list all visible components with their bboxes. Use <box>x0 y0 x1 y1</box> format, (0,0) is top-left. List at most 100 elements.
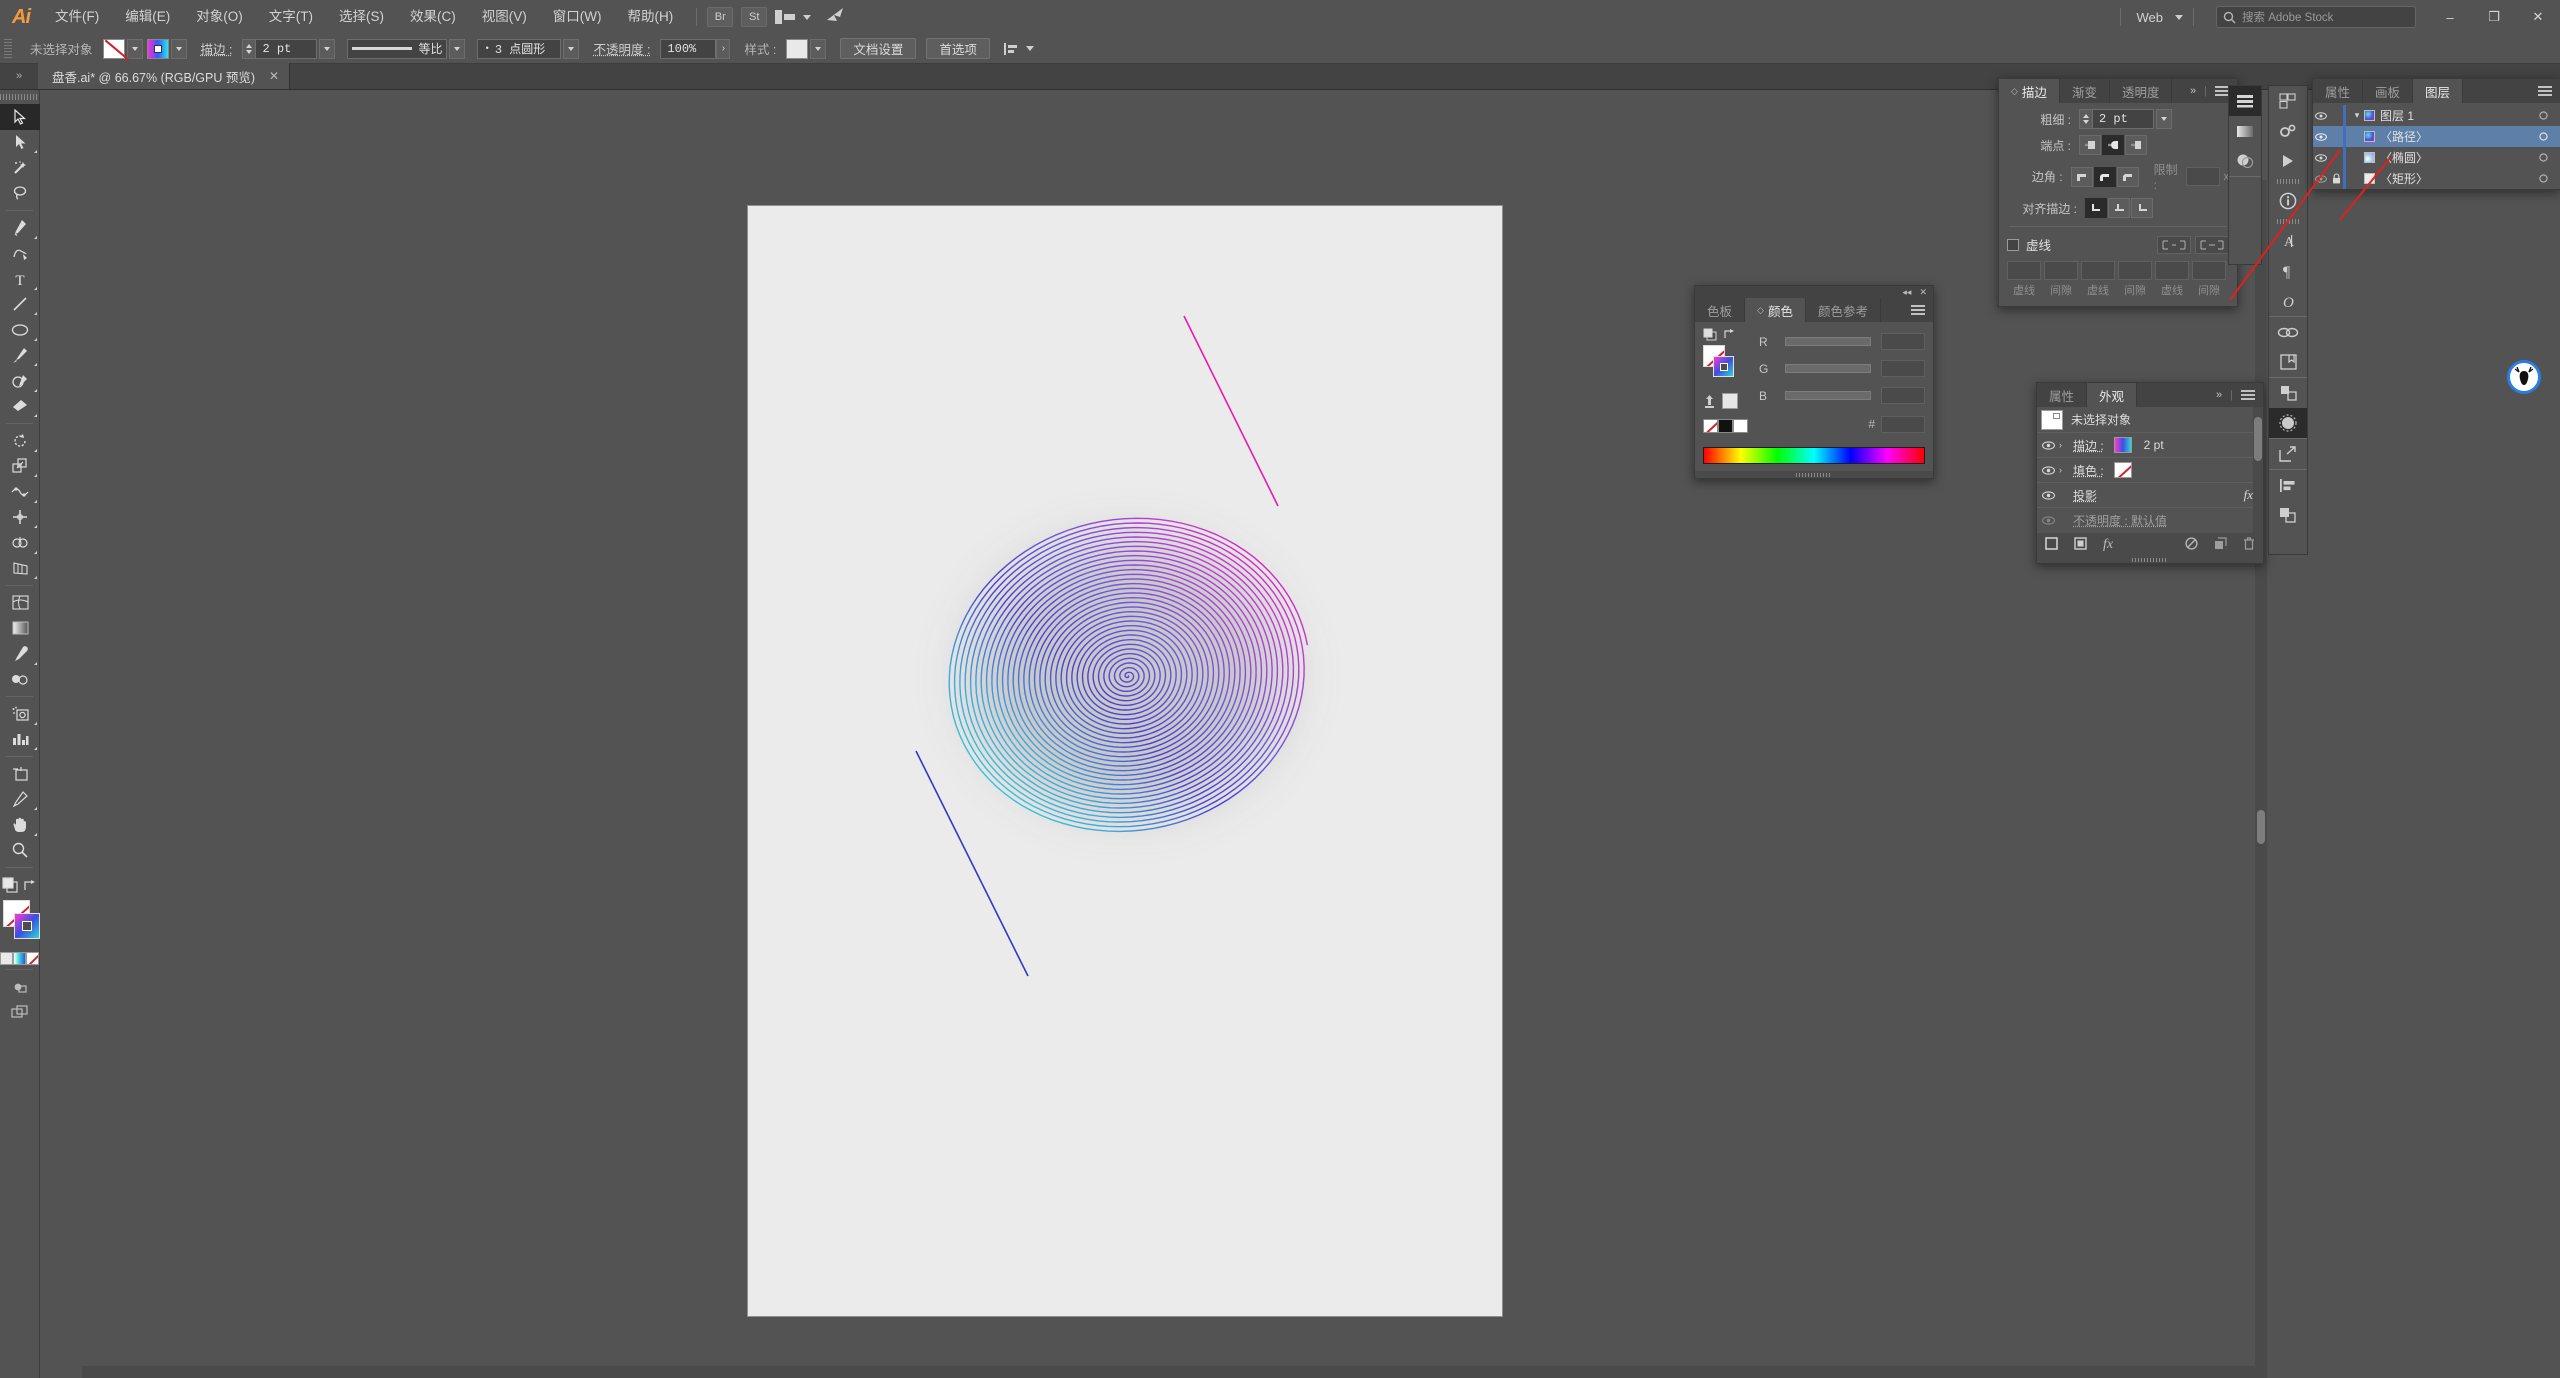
swap-fill-stroke-icon[interactable] <box>23 879 37 892</box>
color-panel-resize-grip[interactable] <box>1695 471 1933 478</box>
color-panel-titlebar[interactable]: ◂◂ ✕ <box>1695 286 1933 298</box>
channel-slider-r[interactable] <box>1785 337 1871 346</box>
brush-definition-control[interactable]: • 3 点圆形 <box>477 38 580 59</box>
collapse-icon[interactable]: ◂◂ <box>1902 287 1911 298</box>
transparency-panel-icon[interactable] <box>2229 146 2261 176</box>
rail-grip[interactable] <box>2269 216 2307 226</box>
vertical-scrollbar-thumb[interactable] <box>2257 810 2265 844</box>
add-new-fill-icon[interactable] <box>2074 537 2087 553</box>
appearance-panel-resize-grip[interactable] <box>2037 557 2263 563</box>
channel-slider-g[interactable] <box>1785 364 1871 373</box>
stroke-weight-stepper[interactable] <box>242 38 256 59</box>
brush-dropdown-icon[interactable] <box>563 38 580 59</box>
target-indicator-icon[interactable] <box>2534 174 2552 183</box>
default-fill-stroke-icon[interactable] <box>2 877 19 893</box>
line-segment-tool[interactable] <box>0 292 40 318</box>
profile-dropdown-icon[interactable] <box>449 38 466 59</box>
zoom-tool[interactable] <box>0 838 40 864</box>
document-tab[interactable]: 盘香.ai* @ 66.67% (RGB/GPU 预览) ✕ <box>38 63 291 89</box>
round-cap-icon[interactable] <box>2102 135 2124 155</box>
tab-color-guide[interactable]: 颜色参考 <box>1805 298 1881 322</box>
chevron-down-icon[interactable]: ▾ <box>2350 110 2364 121</box>
slice-tool[interactable] <box>0 787 40 813</box>
links-panel-icon[interactable] <box>2269 317 2307 347</box>
appearance-row-opacity[interactable]: 不透明度 : 默认值 <box>2037 508 2263 533</box>
panel-menu-icon[interactable] <box>1911 305 1925 315</box>
layer-row-rectangle[interactable]: 〈矩形〉 <box>2313 168 2560 189</box>
artboard-tool[interactable] <box>0 761 40 787</box>
panel-menu-icon[interactable] <box>2538 86 2552 96</box>
tab-appearance[interactable]: 外观 <box>2087 383 2138 407</box>
screen-mode-icon[interactable] <box>0 1000 40 1026</box>
appearance-panel[interactable]: 属性 外观 » | 未选择对象 › 描边 : 2 pt › 填色: 投影 fx… <box>2036 382 2264 564</box>
butt-cap-icon[interactable] <box>2079 135 2101 155</box>
appearance-stroke-value[interactable]: 2 pt <box>2144 438 2164 452</box>
appearance-row-stroke[interactable]: › 描边 : 2 pt <box>2037 433 2263 458</box>
bevel-join-icon[interactable] <box>2116 166 2139 187</box>
stroke-weight-dropdown-icon[interactable] <box>319 38 336 59</box>
dashed-line-checkbox[interactable] <box>2007 238 2019 251</box>
graphic-style-control[interactable] <box>786 38 827 59</box>
brush-box[interactable]: • 3 点圆形 <box>477 38 562 59</box>
preferences-button[interactable]: 首选项 <box>926 38 990 59</box>
bridge-icon[interactable]: Br <box>707 7 734 27</box>
dash-adjust-corners-icon[interactable] <box>2195 235 2229 254</box>
layer-name[interactable]: 〈路径〉 <box>2380 128 2428 145</box>
fill-dropdown-icon[interactable] <box>126 38 143 59</box>
hand-tool[interactable] <box>0 812 40 838</box>
visibility-eye-icon[interactable] <box>2313 132 2329 141</box>
layer-name[interactable]: 〈椭圆〉 <box>2380 149 2428 166</box>
window-minimize-button[interactable]: – <box>2428 0 2472 34</box>
gradient-tool[interactable] <box>0 616 40 642</box>
style-swatch[interactable] <box>786 38 809 59</box>
gap-input-2[interactable] <box>2118 261 2152 280</box>
channel-value-g[interactable] <box>1881 360 1925 377</box>
color-mode-color-icon[interactable] <box>0 952 13 965</box>
variable-width-profile-control[interactable]: 等比 <box>347 38 466 59</box>
stock-search-input[interactable]: 搜索 Adobe Stock <box>2216 6 2416 28</box>
align-inside-icon[interactable] <box>2108 198 2130 218</box>
lock-icon[interactable] <box>2329 173 2343 184</box>
stroke-weight-input[interactable]: 2 pt <box>255 38 318 59</box>
mesh-tool[interactable] <box>0 590 40 616</box>
document-setup-button[interactable]: 文档设置 <box>840 38 917 59</box>
info-panel-icon[interactable] <box>2269 186 2307 216</box>
character-panel-icon[interactable]: A <box>2269 226 2307 256</box>
secondary-icon-dock[interactable] <box>2228 85 2262 265</box>
pen-tool[interactable] <box>0 215 40 241</box>
gap-input-1[interactable] <box>2044 261 2078 280</box>
align-control[interactable] <box>1003 42 1034 56</box>
limit-input[interactable] <box>2186 167 2220 186</box>
channel-value-r[interactable] <box>1881 333 1925 350</box>
stroke-dropdown-icon[interactable] <box>170 38 187 59</box>
color-panel[interactable]: ◂◂ ✕ 色板 ◇ 颜色 颜色参考 R G B # <box>1694 285 1934 479</box>
symbols-panel-icon[interactable] <box>2269 378 2307 408</box>
symbol-sprayer-tool[interactable] <box>0 701 40 727</box>
chevron-right-icon[interactable]: › <box>2059 465 2073 475</box>
type-tool[interactable]: T <box>0 266 40 292</box>
tab-properties[interactable]: 属性 <box>2313 79 2364 103</box>
target-indicator-icon[interactable] <box>2534 153 2552 162</box>
appearance-target-row[interactable]: 未选择对象 <box>2037 407 2263 433</box>
fill-color-control[interactable] <box>102 38 143 59</box>
weight-input[interactable]: 2 pt <box>2092 109 2154 129</box>
blend-tool[interactable] <box>0 667 40 693</box>
appearance-scrollbar[interactable] <box>2253 407 2263 533</box>
upload-arrow-icon[interactable] <box>1703 394 1716 408</box>
add-new-effect-icon[interactable]: fx <box>2103 537 2113 553</box>
duplicate-item-icon[interactable] <box>2214 537 2227 553</box>
stroke-weight-control[interactable]: 2 pt <box>242 38 336 59</box>
color-spectrum-bar[interactable] <box>1703 447 1925 464</box>
black-swatch[interactable] <box>1718 419 1733 433</box>
visibility-eye-icon[interactable] <box>2037 490 2059 500</box>
column-graph-tool[interactable] <box>0 727 40 753</box>
collapsed-panels-dock[interactable]: A ¶ O <box>2268 85 2308 555</box>
control-bar-grip[interactable] <box>4 38 12 59</box>
menu-edit[interactable]: 编辑(E) <box>112 0 183 34</box>
vertical-scrollbar[interactable] <box>2255 180 2267 1378</box>
selection-tool[interactable] <box>0 104 40 130</box>
scale-tool[interactable] <box>0 454 40 480</box>
channel-value-b[interactable] <box>1881 387 1925 404</box>
paragraph-panel-icon[interactable]: ¶ <box>2269 256 2307 286</box>
layer-name[interactable]: 〈矩形〉 <box>2380 170 2428 187</box>
